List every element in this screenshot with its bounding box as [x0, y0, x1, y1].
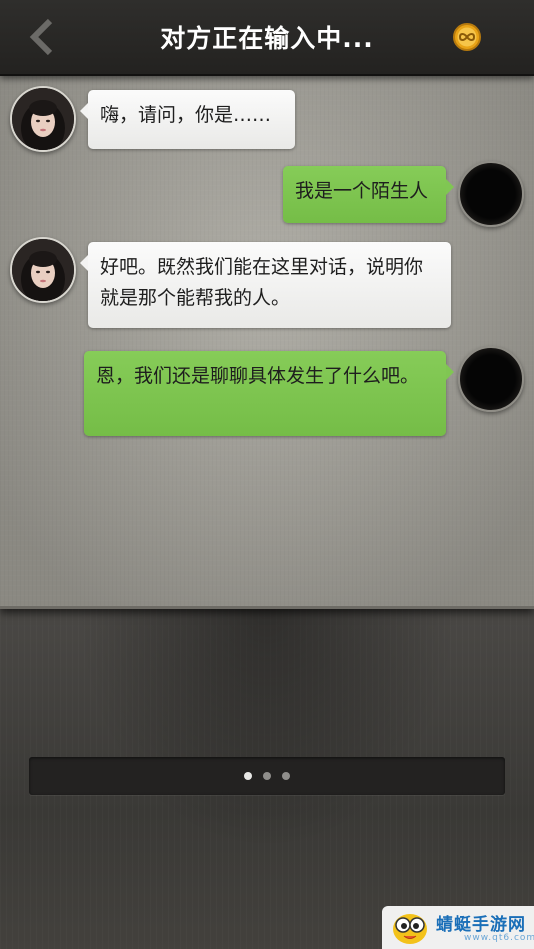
- player-avatar[interactable]: [458, 346, 524, 412]
- contact-avatar[interactable]: [10, 237, 76, 303]
- watermark-url: www.qt6.com: [464, 933, 534, 943]
- message-bubble-sent: 我是一个陌生人: [283, 166, 454, 223]
- contact-avatar[interactable]: [10, 86, 76, 152]
- message-bubble-received: 嗨，请问，你是……: [80, 90, 295, 149]
- dragonfly-logo-icon: [393, 914, 427, 944]
- player-avatar[interactable]: [458, 161, 524, 227]
- page-dot-active: [244, 772, 252, 780]
- coin-button[interactable]: [450, 20, 484, 54]
- watermark-name: 蜻蜓手游网: [436, 915, 526, 935]
- page-dot: [282, 772, 290, 780]
- message-bubble-received: 好吧。既然我们能在这里对话，说明你就是那个能帮我的人。: [80, 242, 451, 328]
- reply-panel: [0, 608, 534, 949]
- page-dot: [263, 772, 271, 780]
- message-bubble-sent: 恩，我们还是聊聊具体发生了什么吧。: [84, 351, 454, 436]
- top-bar: 对方正在输入中...: [0, 0, 534, 76]
- watermark: 蜻蜓手游网 www.qt6.com: [382, 906, 534, 949]
- chat-area[interactable]: 嗨，请问，你是…… 我是一个陌生人 好吧。既然我们能在这里对话，说明你就是那个能…: [0, 74, 534, 609]
- reply-options-bar[interactable]: [29, 757, 505, 795]
- infinity-coin-icon: [453, 23, 481, 51]
